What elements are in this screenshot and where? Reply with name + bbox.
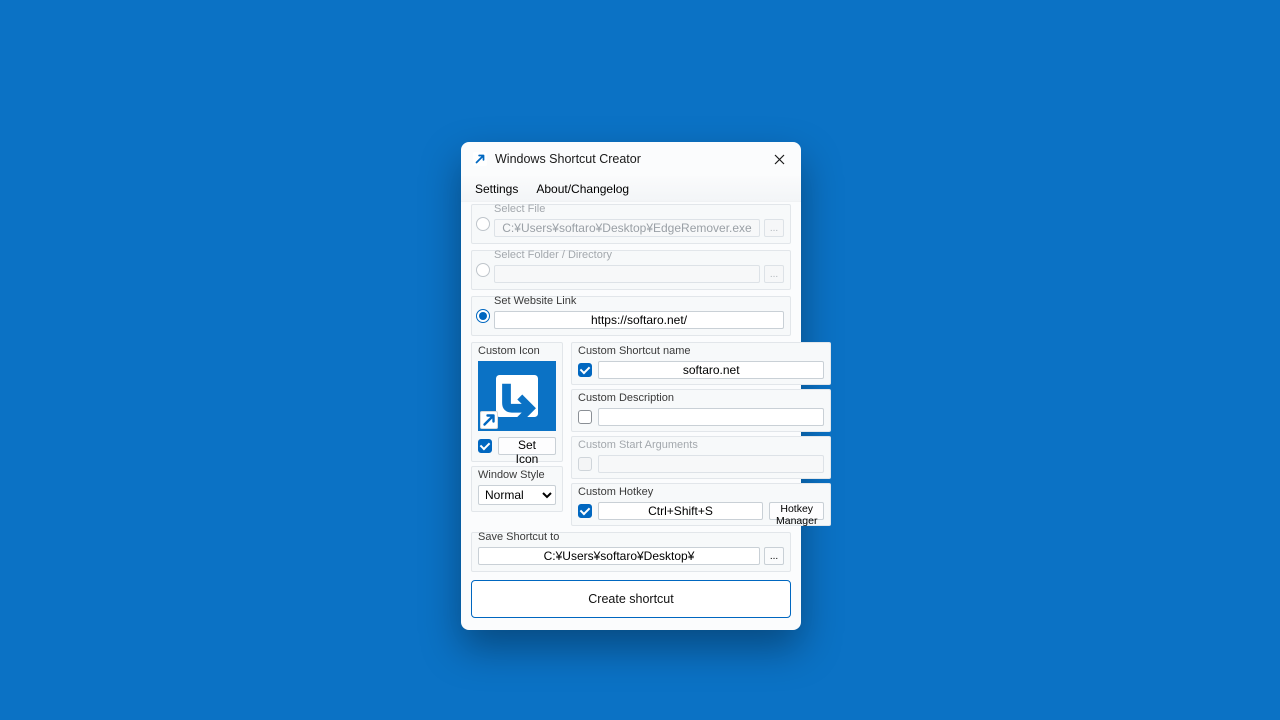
input-description[interactable]	[598, 408, 824, 426]
group-select-file: Select File ...	[471, 204, 791, 244]
titlebar: Windows Shortcut Creator	[461, 142, 801, 176]
input-website-link[interactable]	[494, 311, 784, 329]
input-shortcut-name[interactable]	[598, 361, 824, 379]
pane-description: Custom Description	[571, 389, 831, 432]
hotkey-manager-button[interactable]: Hotkey Manager	[769, 502, 824, 520]
label-window-style: Window Style	[478, 469, 556, 481]
group-website-link: Set Website Link	[471, 296, 791, 336]
label-save-to: Save Shortcut to	[478, 531, 559, 543]
pane-shortcut-name: Custom Shortcut name	[571, 342, 831, 385]
checkbox-hotkey[interactable]	[578, 504, 592, 518]
label-custom-icon: Custom Icon	[478, 345, 556, 357]
set-icon-button[interactable]: Set Icon	[498, 437, 556, 455]
radio-select-file[interactable]	[476, 217, 490, 231]
label-start-args: Custom Start Arguments	[578, 439, 824, 451]
label-hotkey: Custom Hotkey	[578, 486, 824, 498]
pane-hotkey: Custom Hotkey Hotkey Manager	[571, 483, 831, 526]
label-select-file: Select File	[494, 203, 545, 215]
group-save-to: Save Shortcut to ...	[471, 532, 791, 572]
app-window: Windows Shortcut Creator Settings About/…	[461, 142, 801, 630]
checkbox-shortcut-name[interactable]	[578, 363, 592, 377]
close-button[interactable]	[765, 145, 793, 173]
pane-window-style: Window Style Normal	[471, 466, 563, 512]
content: Select File ... Select Folder / Director…	[461, 202, 801, 572]
group-select-folder: Select Folder / Directory ...	[471, 250, 791, 290]
radio-website-link[interactable]	[476, 309, 490, 323]
input-select-file	[494, 219, 760, 237]
icon-preview	[478, 361, 556, 431]
browse-file-button: ...	[764, 219, 784, 237]
create-shortcut-button[interactable]: Create shortcut	[471, 580, 791, 618]
checkbox-start-args	[578, 457, 592, 471]
label-description: Custom Description	[578, 392, 824, 404]
menu-settings[interactable]: Settings	[475, 182, 518, 196]
overlay-arrow-icon	[480, 411, 498, 429]
close-icon	[774, 154, 785, 165]
browse-folder-button: ...	[764, 265, 784, 283]
input-select-folder	[494, 265, 760, 283]
checkbox-description[interactable]	[578, 410, 592, 424]
label-select-folder: Select Folder / Directory	[494, 249, 612, 261]
input-start-args	[598, 455, 824, 473]
pane-custom-icon: Custom Icon Set Icon	[471, 342, 563, 462]
input-save-to[interactable]	[478, 547, 760, 565]
row-icon-and-fields: Custom Icon Set Icon	[471, 342, 791, 526]
label-shortcut-name: Custom Shortcut name	[578, 345, 824, 357]
window-title: Windows Shortcut Creator	[495, 152, 765, 166]
menu-about[interactable]: About/Changelog	[536, 182, 629, 196]
input-hotkey[interactable]	[598, 502, 763, 520]
browse-save-to-button[interactable]: ...	[764, 547, 784, 565]
menubar: Settings About/Changelog	[461, 176, 801, 202]
app-icon	[473, 152, 487, 166]
label-website-link: Set Website Link	[494, 295, 576, 307]
radio-select-folder[interactable]	[476, 263, 490, 277]
select-window-style[interactable]: Normal	[478, 485, 556, 505]
pane-start-args: Custom Start Arguments	[571, 436, 831, 479]
